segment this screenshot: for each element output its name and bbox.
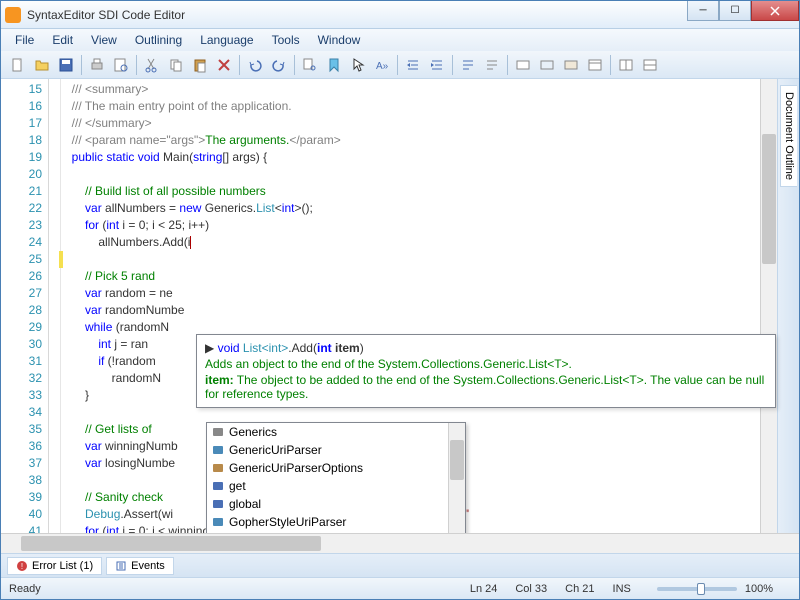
enum-icon <box>211 461 225 475</box>
line-gutter: 1516171819202122232425262728293031323334… <box>1 79 49 533</box>
signature-param-desc: item: The object to be added to the end … <box>205 373 767 401</box>
right-dock: Document Outline <box>777 79 799 533</box>
completion-item[interactable]: GenericUriParserOptions <box>207 459 448 477</box>
status-line: Ln 24 <box>470 583 498 595</box>
toggle-icon-2[interactable] <box>536 54 558 76</box>
status-col: Col 33 <box>515 583 547 595</box>
kw-icon <box>211 479 225 493</box>
zoom-slider[interactable] <box>657 587 737 591</box>
status-ready: Ready <box>9 583 41 595</box>
horizontal-scroll-area <box>1 533 799 553</box>
minimize-button[interactable]: ─ <box>687 1 719 21</box>
tab-events[interactable]: Events <box>106 557 174 575</box>
signature-description: Adds an object to the end of the System.… <box>205 357 767 371</box>
comment-icon[interactable] <box>457 54 479 76</box>
paste-icon[interactable] <box>189 54 211 76</box>
titlebar[interactable]: SyntaxEditor SDI Code Editor ─ ☐ <box>1 1 799 29</box>
indent-icon[interactable] <box>402 54 424 76</box>
app-window: SyntaxEditor SDI Code Editor ─ ☐ File Ed… <box>0 0 800 600</box>
error-icon: ! <box>16 560 28 572</box>
menu-outlining[interactable]: Outlining <box>127 31 190 49</box>
svg-text:A»: A» <box>376 61 389 72</box>
options-icon[interactable] <box>584 54 606 76</box>
ns-icon <box>211 425 225 439</box>
events-icon <box>115 560 127 572</box>
window-title: SyntaxEditor SDI Code Editor <box>27 8 795 22</box>
print-icon[interactable] <box>86 54 108 76</box>
document-outline-tab[interactable]: Document Outline <box>780 85 797 187</box>
print-preview-icon[interactable] <box>110 54 132 76</box>
completion-item[interactable]: Generics <box>207 423 448 441</box>
completion-item[interactable]: GopherStyleUriParser <box>207 513 448 531</box>
status-ins: INS <box>613 583 631 595</box>
menu-file[interactable]: File <box>7 31 42 49</box>
menubar: File Edit View Outlining Language Tools … <box>1 29 799 51</box>
save-icon[interactable] <box>55 54 77 76</box>
completion-item[interactable]: GenericUriParser <box>207 441 448 459</box>
copy-icon[interactable] <box>165 54 187 76</box>
completion-scrollbar[interactable] <box>448 423 465 533</box>
menu-window[interactable]: Window <box>310 31 369 49</box>
fold-gutter[interactable] <box>49 79 61 533</box>
delete-icon[interactable] <box>213 54 235 76</box>
toggle-icon-3[interactable] <box>560 54 582 76</box>
editor-content: 1516171819202122232425262728293031323334… <box>1 79 799 533</box>
bottom-tabstrip: ! Error List (1) Events <box>1 553 799 577</box>
format-icon[interactable]: A» <box>371 54 393 76</box>
menu-language[interactable]: Language <box>192 31 261 49</box>
tab-error-list[interactable]: ! Error List (1) <box>7 557 102 575</box>
cls-icon <box>211 443 225 457</box>
cursor-icon[interactable] <box>347 54 369 76</box>
maximize-button[interactable]: ☐ <box>719 1 751 21</box>
outdent-icon[interactable] <box>426 54 448 76</box>
find-icon[interactable] <box>299 54 321 76</box>
menu-view[interactable]: View <box>83 31 125 49</box>
cut-icon[interactable] <box>141 54 163 76</box>
new-file-icon[interactable] <box>7 54 29 76</box>
horizontal-scrollbar[interactable] <box>1 534 799 553</box>
menu-edit[interactable]: Edit <box>44 31 81 49</box>
split-icon-1[interactable] <box>615 54 637 76</box>
app-icon <box>5 7 21 23</box>
menu-tools[interactable]: Tools <box>264 31 308 49</box>
toggle-icon-1[interactable] <box>512 54 534 76</box>
completion-item[interactable]: goto <box>207 531 448 533</box>
completion-popup[interactable]: GenericsGenericUriParserGenericUriParser… <box>206 422 466 533</box>
uncomment-icon[interactable] <box>481 54 503 76</box>
bookmark-icon[interactable] <box>323 54 345 76</box>
status-ch: Ch 21 <box>565 583 594 595</box>
code-editor[interactable]: 1516171819202122232425262728293031323334… <box>1 79 777 533</box>
completion-item[interactable]: global <box>207 495 448 513</box>
completion-item[interactable]: get <box>207 477 448 495</box>
toolbar: A» <box>1 51 799 79</box>
open-file-icon[interactable] <box>31 54 53 76</box>
vertical-scrollbar[interactable] <box>760 79 777 533</box>
completion-list[interactable]: GenericsGenericUriParserGenericUriParser… <box>207 423 448 533</box>
cls-icon <box>211 515 225 529</box>
status-zoom: 100% <box>745 583 773 595</box>
split-icon-2[interactable] <box>639 54 661 76</box>
undo-icon[interactable] <box>244 54 266 76</box>
svg-text:!: ! <box>21 562 23 571</box>
kw-icon <box>211 497 225 511</box>
statusbar: Ready Ln 24 Col 33 Ch 21 INS 100% <box>1 577 799 599</box>
signature-tooltip: ▶ void List<int>.Add(int item) Adds an o… <box>196 334 776 408</box>
redo-icon[interactable] <box>268 54 290 76</box>
close-button[interactable] <box>751 1 799 21</box>
